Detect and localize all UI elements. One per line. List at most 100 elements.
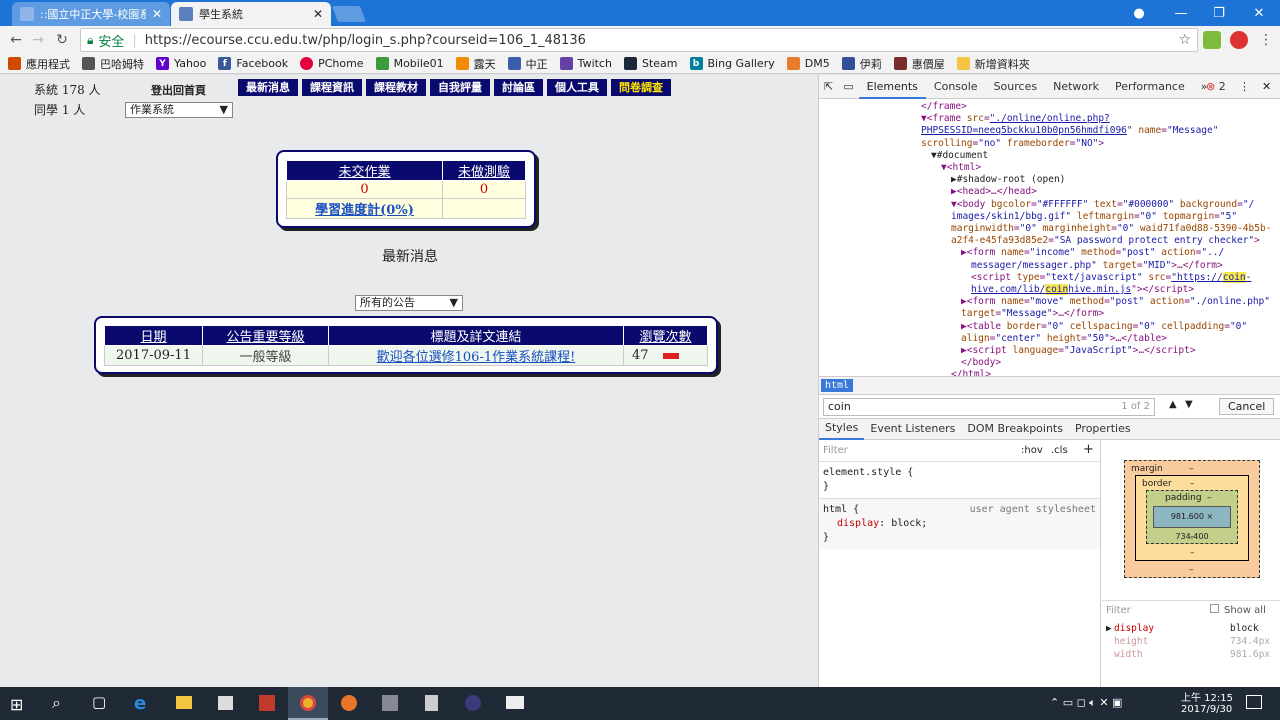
device-toolbar-icon[interactable]: ▭ (838, 75, 858, 99)
clock-time[interactable]: 上午 12:15 (1181, 689, 1233, 704)
tab-properties[interactable]: Properties (1069, 419, 1137, 439)
address-bar[interactable]: 🔒︎ 安全 | https://ecourse.ccu.edu.tw/php/l… (80, 28, 1198, 52)
notification-icon[interactable] (1246, 695, 1262, 709)
views-header[interactable]: 瀏覽次數 (623, 325, 708, 346)
task-view-icon[interactable]: ▢ (92, 693, 106, 711)
devtools-close-icon[interactable]: ✕ (1262, 75, 1271, 99)
search-cancel-button[interactable]: Cancel (1219, 398, 1275, 415)
maximize-icon[interactable]: ❐ (1200, 0, 1238, 26)
dom-node[interactable]: </body> (819, 357, 1280, 369)
course-select[interactable]: 作業系統 ▼ (125, 102, 233, 118)
store-icon[interactable] (218, 696, 233, 710)
tab-sources[interactable]: Sources (986, 75, 1046, 99)
reload-icon[interactable]: ↻ (52, 30, 72, 50)
tab-console[interactable]: Console (926, 75, 986, 99)
window-close-icon[interactable]: ✕ (1240, 0, 1278, 26)
bookmark-ccu[interactable]: 中正 (507, 56, 548, 72)
bookmark-mobile01[interactable]: Mobile01 (375, 57, 444, 70)
learning-progress-link[interactable]: 學習進度計(0%) (285, 198, 444, 219)
dom-node[interactable]: </frame> (819, 101, 1280, 113)
system-tray[interactable]: ⌃ ▭ ◻ 🔈︎ ✕ ▣ (1050, 696, 1122, 710)
mail-icon[interactable] (506, 696, 524, 709)
forward-arrow-icon[interactable]: → (28, 30, 48, 50)
tab-dom-breakpoints[interactable]: DOM Breakpoints (961, 419, 1069, 439)
nav-survey[interactable]: 問卷調查 (611, 79, 671, 96)
search-next-icon[interactable]: ▼ (1185, 399, 1193, 410)
news-filter-select[interactable]: 所有的公告 ▼ (355, 295, 463, 311)
dom-node[interactable]: ▼#document (819, 150, 1280, 162)
breadcrumb-html[interactable]: html (821, 379, 854, 392)
computed-row[interactable]: height 734.4px (1102, 635, 1280, 648)
cls-toggle[interactable]: .cls (1051, 445, 1068, 456)
dom-search-input[interactable]: coin 1 of 2 (823, 397, 1155, 416)
bookmark-new-folder[interactable]: 新增資料夾 (956, 56, 1030, 72)
profile-icon[interactable]: ● (1120, 0, 1158, 26)
computed-filter-input[interactable]: Filter (1106, 605, 1131, 616)
bookmark-apps[interactable]: 應用程式 (8, 56, 70, 72)
nav-course-info[interactable]: 課程資訊 (302, 79, 362, 96)
bookmark-dm5[interactable]: DM5 (786, 57, 830, 70)
dom-node[interactable]: <script type="text/javascript" src="http… (819, 271, 1280, 284)
inspect-element-icon[interactable]: ⇱ (819, 75, 838, 99)
bookmark-pchome[interactable]: PChome (300, 57, 364, 70)
dom-node[interactable]: ▶<form name="move" method="post" action=… (819, 296, 1280, 308)
search-prev-icon[interactable]: ▲ (1169, 399, 1177, 410)
nav-self-assessment[interactable]: 自我評量 (430, 79, 490, 96)
logout-link[interactable]: 登出回首頁 (151, 82, 206, 98)
file-explorer-icon[interactable] (176, 696, 192, 709)
bookmark-steam[interactable]: Steam (623, 57, 678, 70)
devtools-menu-icon[interactable]: ⋮ (1239, 75, 1250, 99)
styles-filter-input[interactable]: Filter (823, 445, 848, 456)
bookmark-twitch[interactable]: Twitch (559, 57, 612, 70)
bookmark-star-icon[interactable]: ☆ (1178, 32, 1191, 48)
dom-node[interactable]: ▶<head>…</head> (819, 186, 1280, 198)
error-badge[interactable]: ⊗ 2 (1206, 75, 1226, 99)
menu-icon[interactable]: ⋮ (1256, 30, 1276, 50)
windows-start-icon[interactable]: ⊞ (10, 695, 23, 714)
bookmark-eyny[interactable]: 伊莉 (841, 56, 882, 72)
back-arrow-icon[interactable]: ← (6, 30, 26, 50)
calculator-icon[interactable] (425, 695, 438, 711)
add-rule-icon[interactable]: + (1083, 442, 1094, 457)
dom-node[interactable]: ▶#shadow-root (open) (819, 174, 1280, 186)
bookmark-bing-gallery[interactable]: b Bing Gallery (689, 57, 775, 70)
importance-header[interactable]: 公告重要等級 (202, 325, 329, 346)
adblock-icon[interactable] (1230, 31, 1248, 49)
bookmark-ruten[interactable]: 露天 (455, 56, 496, 72)
computed-row[interactable]: ▶ display block (1102, 622, 1280, 635)
nav-forum[interactable]: 討論區 (494, 79, 543, 96)
tab-elements[interactable]: Elements (858, 75, 926, 99)
computed-row[interactable]: width 981.6px (1102, 648, 1280, 661)
tab-student-system[interactable]: 學生系統 ✕ (171, 2, 331, 26)
nav-latest-news[interactable]: 最新消息 (238, 79, 298, 96)
bookmark-facebook[interactable]: f Facebook (218, 57, 288, 70)
tab-network[interactable]: Network (1045, 75, 1107, 99)
close-icon[interactable]: ✕ (152, 7, 162, 21)
bookmark-yahoo[interactable]: Y Yahoo (156, 57, 206, 70)
edge-icon[interactable]: e (134, 693, 146, 714)
nav-personal-tools[interactable]: 個人工具 (547, 79, 607, 96)
dom-node[interactable]: ▼<body bgcolor="#FFFFFF" text="#000000" … (819, 199, 1280, 211)
bookmark-huijiawu[interactable]: 惠價屋 (893, 56, 945, 72)
tab-event-listeners[interactable]: Event Listeners (864, 419, 961, 439)
news-title-link[interactable]: 歡迎各位選修106-1作業系統課程! (328, 345, 624, 366)
nav-course-materials[interactable]: 課程教材 (366, 79, 426, 96)
close-icon[interactable]: ✕ (313, 7, 323, 21)
pending-quiz-header[interactable]: 未做測驗 (442, 160, 526, 181)
extension-icon[interactable] (1203, 31, 1221, 49)
dom-node[interactable]: ▼<html> (819, 162, 1280, 174)
show-all-checkbox[interactable] (1210, 604, 1219, 613)
dom-node[interactable]: ▼<frame src="./online/online.php? (819, 113, 1280, 125)
app-icon[interactable] (382, 695, 398, 711)
dom-node[interactable]: ▶<form name="income" method="post" actio… (819, 247, 1280, 259)
dom-node[interactable]: ▶<script language="JavaScript">…</script… (819, 345, 1280, 357)
gift-app-icon[interactable] (259, 695, 275, 711)
date-header[interactable]: 日期 (104, 325, 203, 346)
pending-homework-header[interactable]: 未交作業 (285, 160, 444, 181)
clock-date[interactable]: 2017/9/30 (1181, 704, 1232, 715)
minimize-icon[interactable]: — (1162, 0, 1200, 26)
tab-styles[interactable]: Styles (819, 418, 865, 440)
new-tab-button[interactable] (332, 6, 366, 22)
bookmark-bahamut[interactable]: 巴哈姆特 (82, 56, 144, 72)
hov-toggle[interactable]: :hov (1021, 445, 1043, 456)
